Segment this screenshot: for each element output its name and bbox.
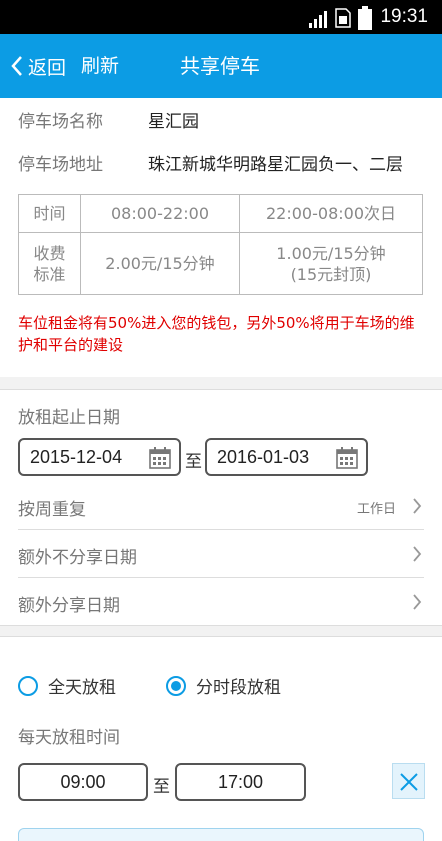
sim-card-icon bbox=[335, 8, 351, 28]
signal-icon bbox=[309, 11, 327, 28]
chevron-right-icon bbox=[413, 498, 422, 514]
end-date-field[interactable]: 2016-01-03 bbox=[205, 438, 368, 476]
night-fee: 1.00元/15分钟 (15元封顶) bbox=[239, 232, 423, 295]
date-separator: 至 bbox=[185, 452, 202, 472]
page-title: 共享停车 bbox=[0, 34, 442, 98]
start-time-field[interactable]: 09:00 bbox=[18, 763, 148, 801]
radio-circle bbox=[18, 675, 38, 696]
extra-dates-label: 额外分享日期 bbox=[18, 596, 120, 616]
battery-icon bbox=[358, 6, 372, 30]
radio-circle-selected bbox=[166, 675, 186, 696]
calendar-icon bbox=[149, 447, 171, 469]
night-period: 22:00-08:00次日 bbox=[239, 194, 423, 233]
add-time-slot-box[interactable] bbox=[18, 828, 424, 841]
fee-table-row: 时间 08:00-22:00 22:00-08:00次日 bbox=[18, 194, 423, 233]
app-header: 返回 刷新 共享停车 bbox=[0, 34, 442, 98]
parking-info-panel: 停车场名称 星汇园 停车场地址 珠江新城华明路星汇园负一、二层 时间 08:00… bbox=[0, 98, 442, 377]
weekly-repeat-row[interactable]: 按周重复 工作日 bbox=[18, 482, 424, 530]
exclude-dates-row[interactable]: 额外不分享日期 bbox=[18, 529, 424, 577]
night-fee-line1: 1.00元/15分钟 bbox=[276, 243, 386, 263]
status-bar: 19:31 bbox=[0, 0, 442, 34]
day-period: 08:00-22:00 bbox=[80, 194, 240, 233]
night-fee-line2: (15元封顶) bbox=[290, 264, 372, 284]
day-fee: 2.00元/15分钟 bbox=[80, 232, 240, 295]
fee-table: 时间 08:00-22:00 22:00-08:00次日 收费 标准 2.00元… bbox=[18, 194, 423, 295]
exclude-dates-label: 额外不分享日期 bbox=[18, 548, 137, 568]
daily-time-label: 每天放租时间 bbox=[18, 728, 120, 748]
end-date-value: 2016-01-03 bbox=[217, 447, 310, 467]
rental-date-panel: 放租起止日期 2015-12-04 至 2016-01-03 按周重复 工作日 bbox=[0, 389, 442, 626]
chevron-right-icon bbox=[413, 546, 422, 562]
fee-table-row: 收费 标准 2.00元/15分钟 1.00元/15分钟 (15元封顶) bbox=[18, 232, 423, 295]
fee-standard-label-line2: 标准 bbox=[33, 264, 66, 284]
end-time-field[interactable]: 17:00 bbox=[175, 763, 306, 801]
parking-address-value: 珠江新城华明路星汇园负一、二层 bbox=[148, 155, 403, 175]
time-slot-radio[interactable]: 分时段放租 bbox=[166, 673, 281, 698]
weekly-repeat-value: 工作日 bbox=[356, 502, 396, 517]
revenue-notice: 车位租金将有50%进入您的钱包，另外50%将用于车场的维护和平台的建设 bbox=[18, 314, 415, 354]
fee-standard-label: 收费 标准 bbox=[18, 232, 81, 295]
start-date-field[interactable]: 2015-12-04 bbox=[18, 438, 181, 476]
start-date-value: 2015-12-04 bbox=[30, 447, 123, 467]
rental-date-label: 放租起止日期 bbox=[18, 408, 120, 428]
parking-address-label: 停车场地址 bbox=[18, 155, 103, 175]
extra-dates-row[interactable]: 额外分享日期 bbox=[18, 577, 424, 625]
full-day-radio[interactable]: 全天放租 bbox=[18, 673, 116, 698]
parking-name-label: 停车场名称 bbox=[18, 112, 103, 132]
full-day-label: 全天放租 bbox=[48, 678, 116, 698]
weekly-repeat-label: 按周重复 bbox=[18, 500, 86, 520]
chevron-right-icon bbox=[413, 594, 422, 610]
fee-standard-label-line1: 收费 bbox=[33, 243, 66, 263]
time-slot-label: 分时段放租 bbox=[196, 678, 281, 698]
status-time: 19:31 bbox=[380, 6, 428, 27]
parking-name-value: 星汇园 bbox=[148, 112, 199, 132]
fee-time-label: 时间 bbox=[18, 194, 81, 233]
delete-time-slot-button[interactable] bbox=[392, 763, 425, 799]
calendar-icon bbox=[336, 447, 358, 469]
page-title-text: 共享停车 bbox=[180, 54, 260, 78]
time-separator: 至 bbox=[153, 777, 170, 797]
close-icon bbox=[400, 773, 418, 791]
